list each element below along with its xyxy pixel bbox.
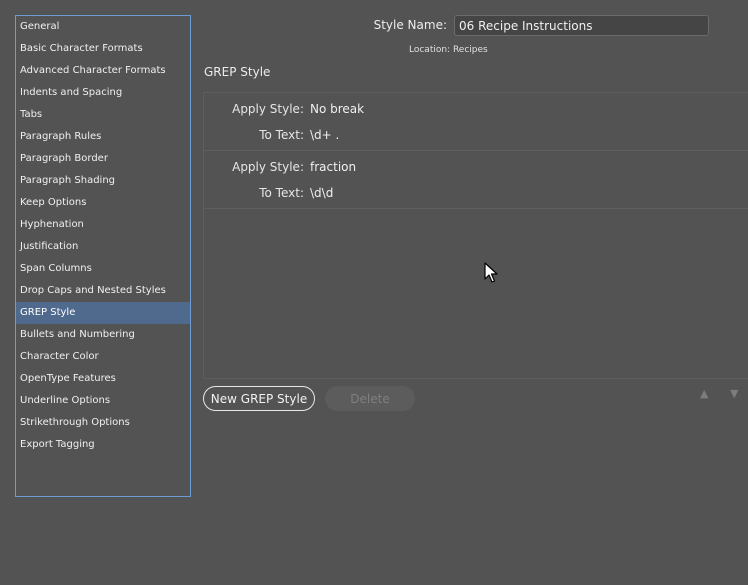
apply-style-label: Apply Style:: [232, 102, 304, 116]
sidebar-item-strikethrough-options[interactable]: Strikethrough Options: [16, 412, 190, 434]
to-text-row: To Text: \d\d: [204, 186, 333, 200]
delete-button[interactable]: Delete: [325, 386, 415, 411]
to-text-label: To Text:: [259, 186, 304, 200]
triangle-down-icon[interactable]: ▼: [730, 387, 738, 400]
paragraph-style-options-dialog: General Basic Character Formats Advanced C…: [0, 0, 748, 585]
to-text-value[interactable]: \d\d: [310, 186, 333, 200]
grep-style-list: Apply Style: No break To Text: \d+ . Apply…: [203, 92, 748, 379]
grep-style-entry[interactable]: Apply Style: fraction To Text: \d\d: [204, 151, 748, 209]
style-name-input[interactable]: [454, 15, 709, 36]
style-name-label: Style Name:: [373, 18, 447, 32]
mouse-pointer-icon: [484, 262, 498, 283]
sidebar-item-underline-options[interactable]: Underline Options: [16, 390, 190, 412]
section-title: GREP Style: [204, 65, 271, 79]
sidebar-item-paragraph-border[interactable]: Paragraph Border: [16, 148, 190, 170]
apply-style-label: Apply Style:: [232, 160, 304, 174]
location-text: Location: Recipes: [409, 45, 488, 55]
apply-style-value[interactable]: fraction: [310, 160, 356, 174]
grep-style-entry[interactable]: Apply Style: No break To Text: \d+ .: [204, 93, 748, 151]
sidebar-item-character-color[interactable]: Character Color: [16, 346, 190, 368]
apply-style-row: Apply Style: No break: [204, 102, 364, 116]
sidebar-item-tabs[interactable]: Tabs: [16, 104, 190, 126]
category-list: General Basic Character Formats Advanced C…: [15, 15, 191, 497]
sidebar-item-drop-caps-and-nested-styles[interactable]: Drop Caps and Nested Styles: [16, 280, 190, 302]
sidebar-item-span-columns[interactable]: Span Columns: [16, 258, 190, 280]
sidebar-item-justification[interactable]: Justification: [16, 236, 190, 258]
to-text-label: To Text:: [259, 128, 304, 142]
new-grep-style-button[interactable]: New GREP Style: [203, 386, 315, 411]
sidebar-item-basic-character-formats[interactable]: Basic Character Formats: [16, 38, 190, 60]
sidebar-item-grep-style[interactable]: GREP Style: [16, 302, 190, 324]
sidebar-item-advanced-character-formats[interactable]: Advanced Character Formats: [16, 60, 190, 82]
to-text-value[interactable]: \d+ .: [310, 128, 339, 142]
to-text-row: To Text: \d+ .: [204, 128, 339, 142]
sidebar-item-general[interactable]: General: [16, 16, 190, 38]
sidebar-item-opentype-features[interactable]: OpenType Features: [16, 368, 190, 390]
apply-style-row: Apply Style: fraction: [204, 160, 356, 174]
category-items: General Basic Character Formats Advanced C…: [16, 16, 190, 456]
sidebar-item-hyphenation[interactable]: Hyphenation: [16, 214, 190, 236]
apply-style-value[interactable]: No break: [310, 102, 364, 116]
sidebar-item-export-tagging[interactable]: Export Tagging: [16, 434, 190, 456]
sidebar-item-paragraph-shading[interactable]: Paragraph Shading: [16, 170, 190, 192]
sidebar-item-indents-and-spacing[interactable]: Indents and Spacing: [16, 82, 190, 104]
sidebar-item-keep-options[interactable]: Keep Options: [16, 192, 190, 214]
triangle-up-icon[interactable]: ▲: [700, 387, 708, 400]
sidebar-item-bullets-and-numbering[interactable]: Bullets and Numbering: [16, 324, 190, 346]
sidebar-item-paragraph-rules[interactable]: Paragraph Rules: [16, 126, 190, 148]
